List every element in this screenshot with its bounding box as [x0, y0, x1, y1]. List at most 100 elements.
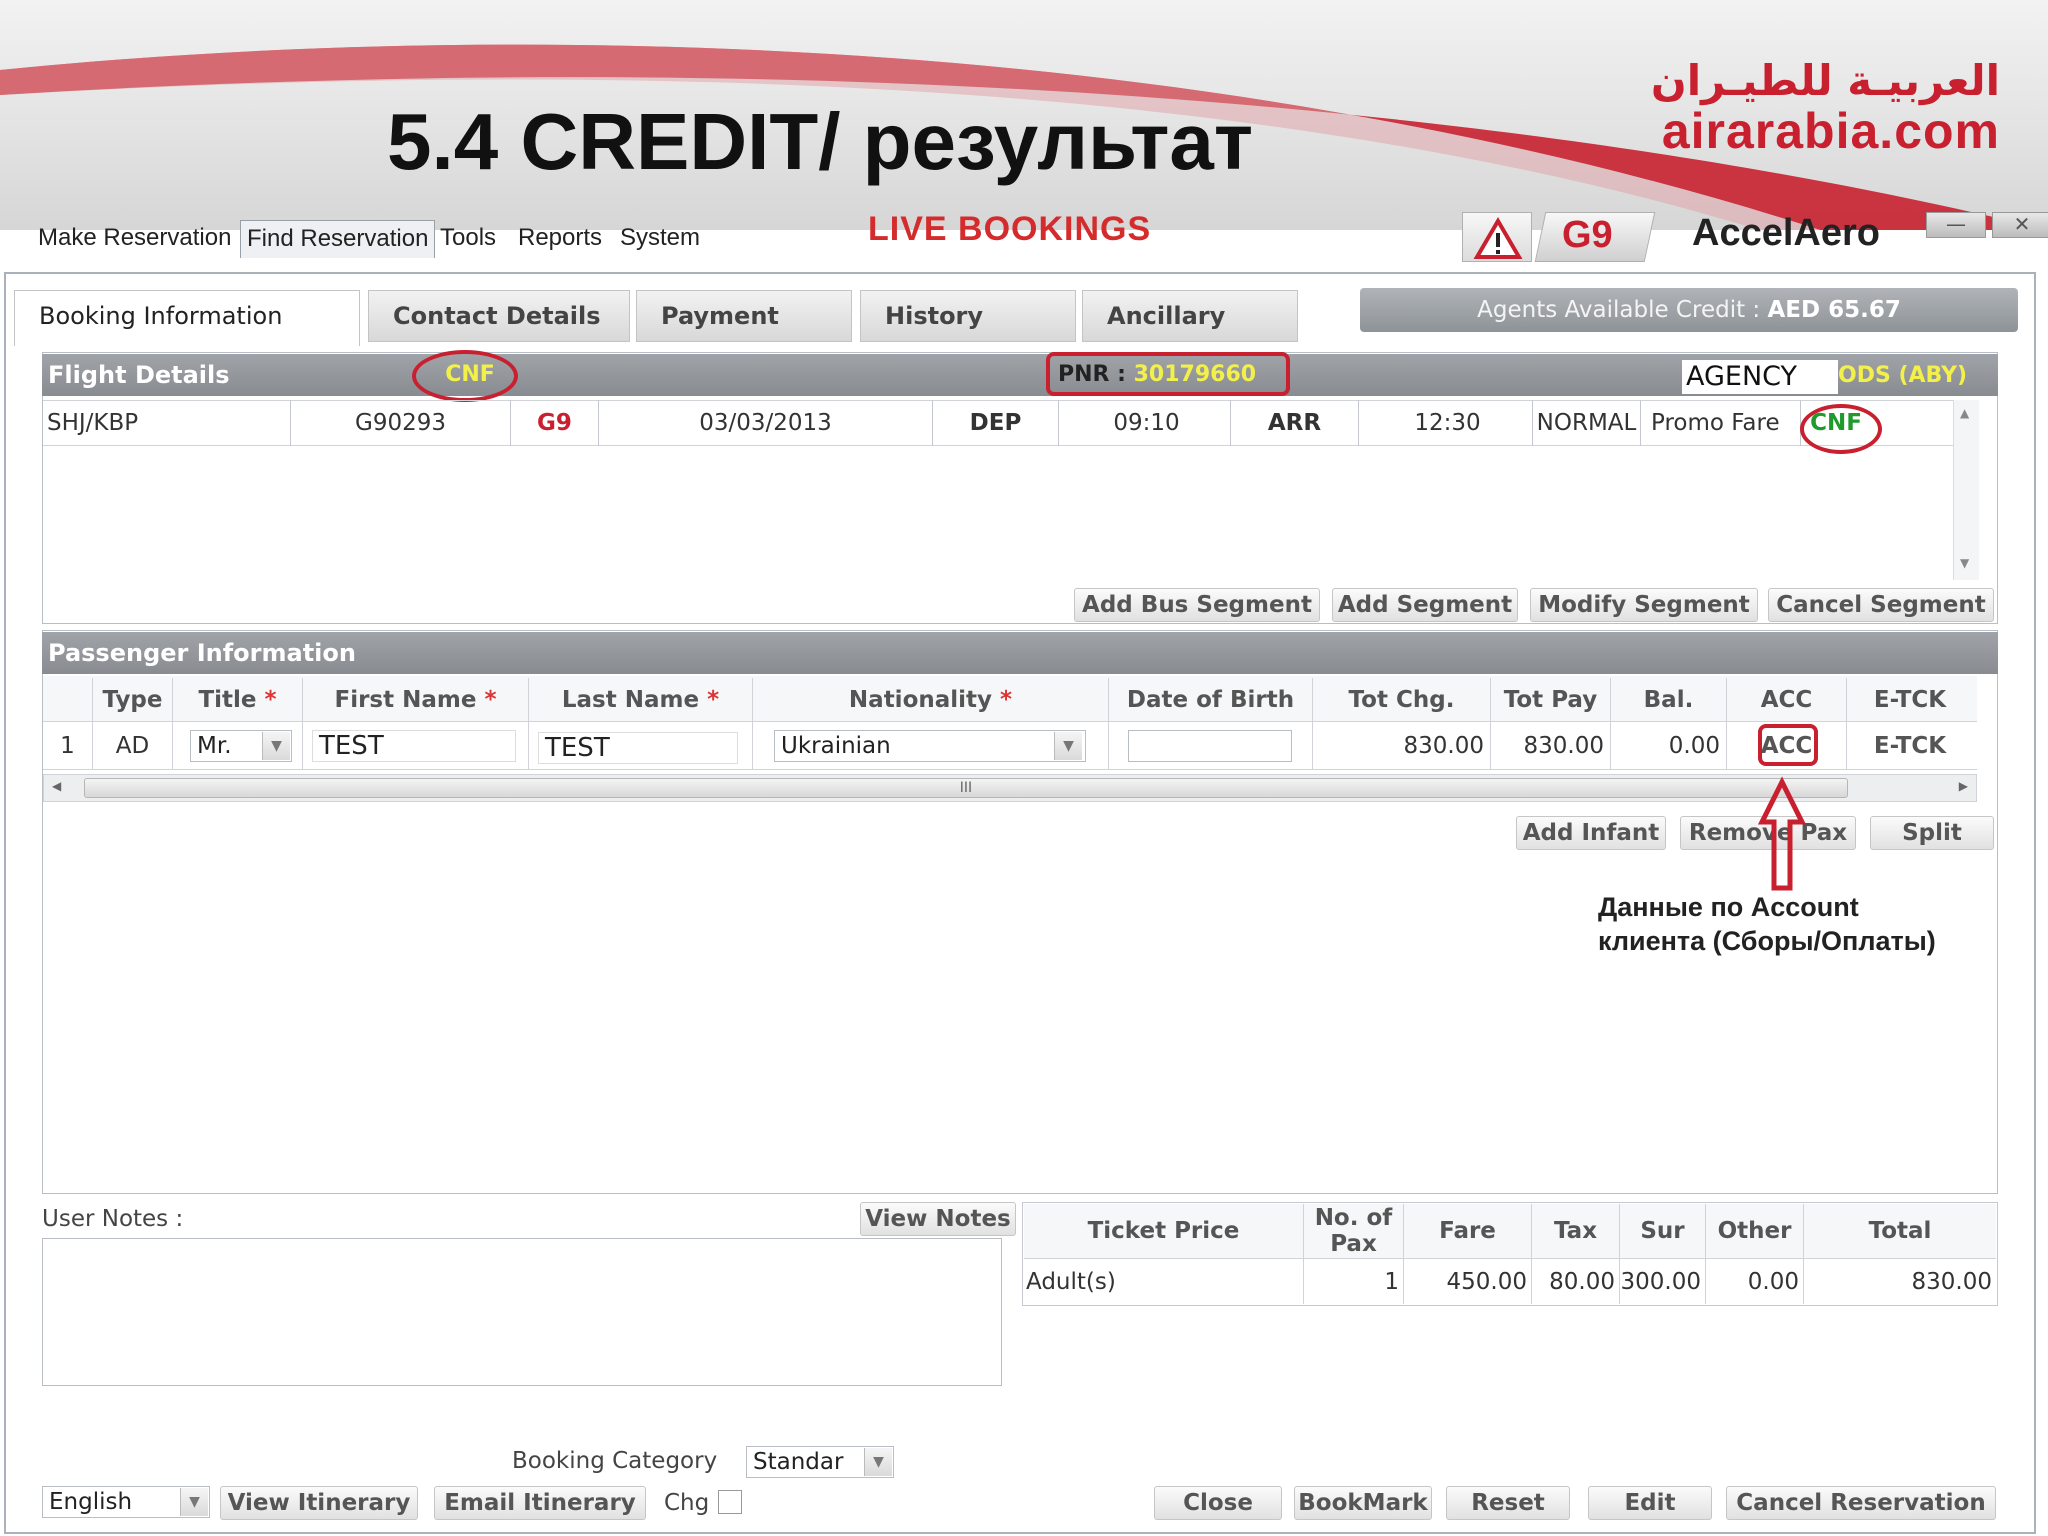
col-title-label: Title	[198, 687, 257, 713]
pax-type: AD	[93, 722, 173, 770]
user-notes-textarea[interactable]	[42, 1238, 1002, 1386]
modify-segment-button[interactable]: Modify Segment	[1530, 588, 1758, 622]
cancel-reservation-button[interactable]: Cancel Reservation	[1726, 1486, 1996, 1520]
price-row-sur: 300.00	[1620, 1258, 1706, 1304]
passenger-info-title: Passenger Information	[48, 639, 356, 667]
price-row-fare: 450.00	[1404, 1258, 1532, 1304]
col-index	[43, 678, 93, 722]
col-etck: E-TCK	[1873, 687, 1947, 713]
reset-button[interactable]: Reset	[1446, 1486, 1570, 1520]
view-itinerary-button[interactable]: View Itinerary	[220, 1486, 418, 1520]
live-bookings-label: LIVE BOOKINGS	[868, 210, 1152, 248]
col-nationality: Nationality *	[753, 678, 1109, 722]
col-last-name: Last Name *	[529, 678, 753, 722]
chevron-down-icon[interactable]: ▼	[262, 732, 290, 760]
price-col-ticket-price: Ticket Price	[1024, 1204, 1304, 1258]
slide-title: 5.4 CREDIT/ результат	[387, 97, 1254, 186]
annotation-text: Данные по Account клиента (Сборы/Оплаты)	[1598, 890, 1936, 958]
split-button[interactable]: Split	[1870, 816, 1994, 850]
tab-payment[interactable]: Payment	[636, 290, 852, 342]
price-row-total: 830.00	[1804, 1258, 1996, 1304]
scroll-down-icon[interactable]: ▼	[1960, 556, 1969, 570]
credit-label: Agents Available Credit :	[1477, 297, 1761, 323]
menu-tools[interactable]: Tools	[434, 220, 502, 258]
required-mark: *	[1000, 687, 1013, 713]
agency-label: AGENCY	[1682, 360, 1838, 394]
add-infant-button[interactable]: Add Infant	[1516, 816, 1666, 850]
price-col-sur: Sur	[1620, 1204, 1706, 1258]
booking-category-label: Booking Category	[512, 1448, 718, 1474]
add-bus-segment-button[interactable]: Add Bus Segment	[1074, 588, 1320, 622]
cancel-segment-button[interactable]: Cancel Segment	[1768, 588, 1994, 622]
close-window-icon[interactable]: ✕	[1992, 212, 2048, 238]
annotation-arrow-icon	[1757, 776, 1807, 891]
segment-arr-label: ARR	[1231, 400, 1359, 446]
pnr-highlight	[1046, 352, 1290, 396]
pax-tot-chg: 830.00	[1313, 722, 1491, 770]
chevron-down-icon[interactable]: ▼	[864, 1448, 892, 1476]
agent-credit-bar: Agents Available Credit : AED 65.67	[1360, 288, 2018, 332]
passenger-table-scrollbar[interactable]: ◀ III ▶	[43, 774, 1977, 802]
carrier-code: G9	[1562, 214, 1613, 256]
price-row-pax: 1	[1304, 1258, 1404, 1304]
logo-arabic-text: العربيـة للطيـران	[1650, 56, 2000, 105]
first-name-input[interactable]: TEST	[312, 730, 516, 762]
col-first-name: First Name *	[303, 678, 529, 722]
add-segment-button[interactable]: Add Segment	[1332, 588, 1518, 622]
warning-button[interactable]	[1462, 212, 1532, 262]
col-tot-chg: Tot Chg.	[1313, 678, 1491, 722]
chg-checkbox[interactable]	[718, 1490, 742, 1514]
required-mark: *	[707, 687, 720, 713]
nationality-select[interactable]: Ukrainian	[774, 730, 1086, 762]
tab-booking-information[interactable]: Booking Information	[14, 290, 360, 346]
flight-details-title: Flight Details	[48, 361, 230, 389]
bookmark-button[interactable]: BookMark	[1294, 1486, 1432, 1520]
brand-badges: G9 AccelAero — ✕	[1462, 212, 2048, 262]
col-bal: Bal.	[1611, 678, 1727, 722]
agency-code: ODS (ABY)	[1838, 363, 1968, 388]
segment-dep-label: DEP	[933, 400, 1059, 446]
col-nationality-label: Nationality	[848, 687, 993, 713]
nationality-value: Ukrainian	[781, 733, 891, 759]
last-name-input[interactable]: TEST	[538, 732, 738, 764]
flight-list-scrollbar[interactable]: ▲ ▼	[1953, 400, 1979, 580]
menu-make-reservation[interactable]: Make Reservation	[32, 220, 237, 258]
scroll-up-icon[interactable]: ▲	[1960, 406, 1969, 420]
user-notes-label: User Notes :	[42, 1206, 184, 1232]
email-itinerary-button[interactable]: Email Itinerary	[434, 1486, 646, 1520]
close-button[interactable]: Close	[1154, 1486, 1282, 1520]
chevron-down-icon[interactable]: ▼	[180, 1488, 208, 1516]
edit-button[interactable]: Edit	[1588, 1486, 1712, 1520]
col-tot-pay: Tot Pay	[1491, 678, 1611, 722]
price-col-total: Total	[1804, 1204, 1996, 1258]
menu-reports[interactable]: Reports	[512, 220, 608, 258]
menu-system[interactable]: System	[614, 220, 706, 258]
segment-date: 03/03/2013	[599, 400, 933, 446]
slide-header: 5.4 CREDIT/ результат العربيـة للطيـران …	[0, 0, 2048, 230]
scroll-thumb[interactable]: III	[84, 778, 1848, 798]
scroll-left-icon[interactable]: ◀	[52, 779, 61, 793]
tab-ancillary[interactable]: Ancillary	[1082, 290, 1298, 342]
tab-history[interactable]: History	[860, 290, 1076, 342]
scroll-right-icon[interactable]: ▶	[1959, 779, 1968, 793]
segment-fare-type: Promo Fare	[1641, 400, 1801, 446]
segment-route: SHJ/KBP	[43, 400, 291, 446]
price-row-tax: 80.00	[1532, 1258, 1620, 1304]
annotation-line-2: клиента (Сборы/Оплаты)	[1598, 926, 1936, 956]
pax-bal: 0.00	[1611, 722, 1727, 770]
segment-flight-number: G90293	[291, 400, 511, 446]
price-col-tax: Tax	[1532, 1204, 1620, 1258]
minimize-icon[interactable]: —	[1926, 212, 1986, 238]
col-title: Title *	[173, 678, 303, 722]
menu-find-reservation[interactable]: Find Reservation	[240, 220, 436, 258]
col-last-name-label: Last Name	[561, 687, 700, 713]
logo-latin-text: airarabia.com	[1661, 103, 2000, 159]
etck-button[interactable]: E-TCK	[1847, 722, 1973, 770]
chevron-down-icon[interactable]: ▼	[1054, 732, 1082, 760]
view-notes-button[interactable]: View Notes	[860, 1202, 1016, 1236]
chg-label: Chg	[664, 1490, 710, 1516]
tab-contact-details[interactable]: Contact Details	[368, 290, 630, 342]
price-col-no-of-pax: No. of Pax	[1304, 1204, 1404, 1258]
price-col-fare: Fare	[1404, 1204, 1532, 1258]
date-of-birth-input[interactable]	[1128, 730, 1292, 762]
